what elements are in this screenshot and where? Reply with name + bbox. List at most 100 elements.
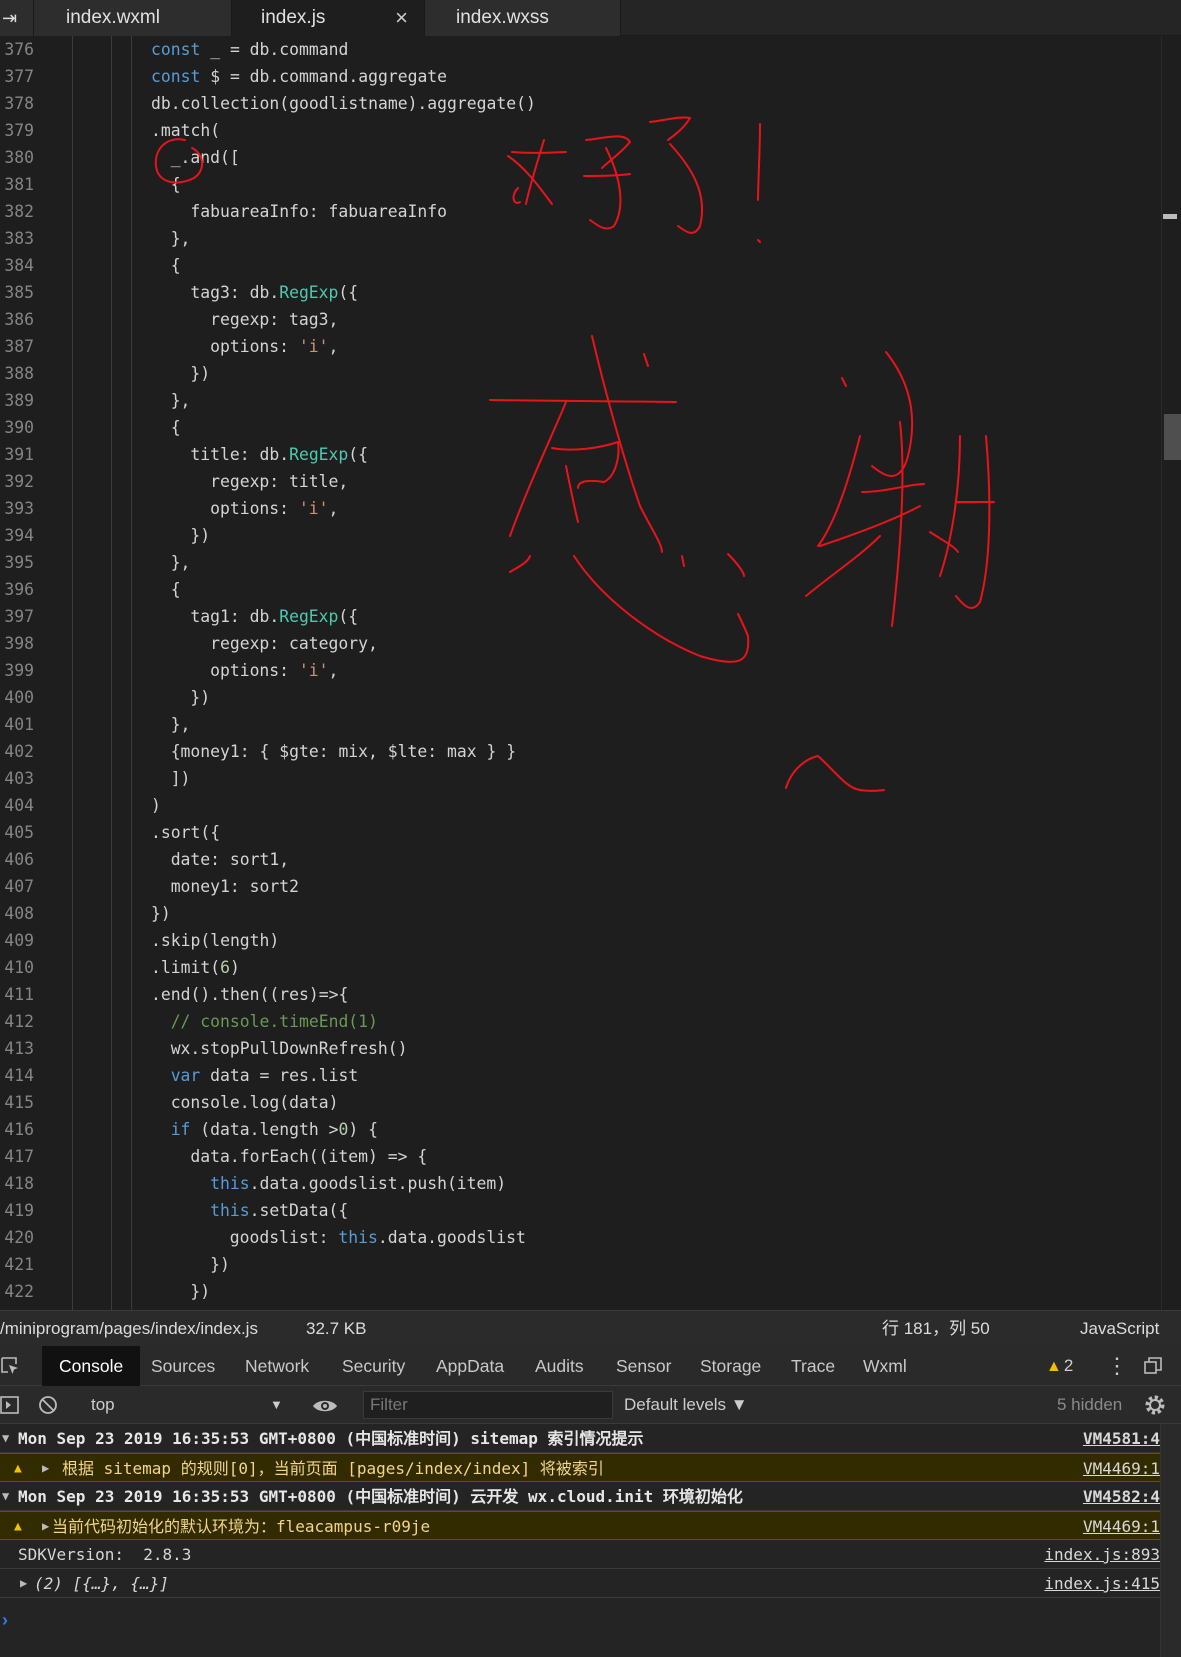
console-message-warn[interactable]: ▲ ▶ 根据 sitemap 的规则[0]，当前页面 [pages/index/in… bbox=[0, 1453, 1160, 1482]
expand-toggle-icon[interactable]: ▼ bbox=[2, 1424, 9, 1453]
console-message-log[interactable]: ▶ (2) [{…}, {…}] index.js:415 bbox=[0, 1569, 1160, 1598]
chevron-down-icon[interactable]: ▼ bbox=[270, 1386, 283, 1424]
inspect-element-icon[interactable] bbox=[0, 1356, 20, 1376]
code-token: }) bbox=[190, 364, 211, 383]
source-link[interactable]: VM4582:4 bbox=[1083, 1482, 1160, 1511]
console-message-text: Mon Sep 23 2019 16:35:53 GMT+0800 (中国标准时… bbox=[18, 1429, 644, 1448]
code-token: }, bbox=[170, 553, 191, 572]
code-token: regexp: title, bbox=[210, 472, 349, 491]
devtools-tab-storage[interactable]: Storage bbox=[683, 1346, 778, 1386]
cursor-position[interactable]: 行 181，列 50 bbox=[882, 1311, 990, 1347]
tab-scroll-icon[interactable]: ⇥ bbox=[0, 0, 34, 36]
line-number: 399 bbox=[4, 661, 34, 680]
code-line: 399 options: 'i', bbox=[0, 657, 1160, 684]
scrollbar-thumb[interactable] bbox=[1164, 414, 1181, 460]
source-link[interactable]: index.js:415 bbox=[1044, 1569, 1160, 1598]
code-text: regexp: tag3, bbox=[210, 306, 338, 333]
clear-console-icon[interactable] bbox=[38, 1395, 58, 1415]
code-token: this bbox=[338, 1228, 378, 1247]
expand-toggle-icon[interactable]: ▼ bbox=[2, 1482, 9, 1511]
code-line: 404) bbox=[0, 792, 1160, 819]
context-selector[interactable]: top bbox=[91, 1386, 115, 1424]
source-link[interactable]: VM4469:1 bbox=[1083, 1454, 1160, 1483]
code-line: 379 .match( bbox=[0, 117, 1160, 144]
code-token: // console.timeEnd(1) bbox=[170, 1012, 378, 1031]
line-number: 416 bbox=[4, 1120, 34, 1139]
code-editor[interactable]: 376 const _ = db.command 377 const $ = db.c… bbox=[0, 36, 1181, 1310]
devtools-tab-console[interactable]: Console bbox=[42, 1346, 141, 1386]
line-number: 391 bbox=[4, 445, 34, 464]
code-token: regexp: category, bbox=[210, 634, 378, 653]
code-line: 392 regexp: title, bbox=[0, 468, 1160, 495]
tab-label: index.wxss bbox=[456, 7, 549, 28]
console-output[interactable]: ▼ Mon Sep 23 2019 16:35:53 GMT+0800 (中国标准… bbox=[0, 1424, 1160, 1657]
log-levels-dropdown[interactable]: Default levels ▼ bbox=[624, 1386, 748, 1424]
tab-index-wxml[interactable]: index.wxml bbox=[34, 0, 232, 36]
more-options-icon[interactable]: ⋮ bbox=[1106, 1346, 1128, 1386]
code-text: options: 'i', bbox=[210, 495, 338, 522]
devtools-tab-wxml[interactable]: Wxml bbox=[846, 1346, 924, 1386]
line-number: 409 bbox=[4, 931, 34, 950]
tab-index-wxss[interactable]: index.wxss bbox=[425, 0, 621, 36]
console-scrollbar[interactable] bbox=[1160, 1424, 1181, 1657]
language-mode[interactable]: JavaScript bbox=[1080, 1311, 1159, 1347]
close-icon[interactable]: × bbox=[395, 0, 408, 36]
line-number: 407 bbox=[4, 877, 34, 896]
code-line: 396 { bbox=[0, 576, 1160, 603]
filter-input[interactable]: Filter bbox=[363, 1391, 613, 1419]
console-message-group[interactable]: ▼ Mon Sep 23 2019 16:35:53 GMT+0800 (中国标准… bbox=[0, 1424, 1160, 1453]
line-number: 410 bbox=[4, 958, 34, 977]
line-number: 400 bbox=[4, 688, 34, 707]
devtools-tab-security[interactable]: Security bbox=[325, 1346, 422, 1386]
code-text: wx.stopPullDownRefresh() bbox=[171, 1035, 408, 1062]
code-token: this bbox=[210, 1174, 250, 1193]
expand-toggle-icon[interactable]: ▶ bbox=[20, 1569, 27, 1598]
console-message-log[interactable]: SDKVersion: 2.8.3 index.js:893 bbox=[0, 1540, 1160, 1569]
devtools-tab-sources[interactable]: Sources bbox=[134, 1346, 232, 1386]
source-link[interactable]: index.js:893 bbox=[1044, 1540, 1160, 1569]
code-text: db.collection(goodlistname).aggregate() bbox=[151, 90, 536, 117]
console-prompt-icon[interactable]: › bbox=[2, 1610, 8, 1631]
undock-icon[interactable] bbox=[1144, 1357, 1162, 1375]
code-token: }) bbox=[190, 526, 211, 545]
source-link[interactable]: VM4469:1 bbox=[1083, 1512, 1160, 1541]
console-message-warn[interactable]: ▲ ▶ 当前代码初始化的默认环境为：fleacampus-r09je VM4469:1 bbox=[0, 1511, 1160, 1540]
line-number: 377 bbox=[4, 67, 34, 86]
code-token: tag3: db. bbox=[190, 283, 280, 302]
devtools-tab-network[interactable]: Network bbox=[228, 1346, 326, 1386]
line-number: 396 bbox=[4, 580, 34, 599]
expand-toggle-icon[interactable]: ▶ bbox=[42, 1512, 49, 1541]
line-number: 403 bbox=[4, 769, 34, 788]
code-token: money1: sort2 bbox=[170, 877, 299, 896]
editor-status-bar: /miniprogram/pages/index/index.js 32.7 K… bbox=[0, 1310, 1181, 1346]
code-text: this.setData({ bbox=[210, 1197, 348, 1224]
source-link[interactable]: VM4581:4 bbox=[1083, 1424, 1160, 1453]
code-text: const _ = db.command bbox=[151, 36, 348, 63]
devtools-tab-sensor[interactable]: Sensor bbox=[599, 1346, 688, 1386]
editor-scrollbar[interactable] bbox=[1161, 36, 1181, 1310]
eye-icon[interactable] bbox=[312, 1398, 338, 1414]
devtools-tab-bar: Console Sources Network Security AppData Audi… bbox=[0, 1346, 1181, 1386]
code-line: 380 _.and([ bbox=[0, 144, 1160, 171]
line-number: 408 bbox=[4, 904, 34, 923]
code-text: }) bbox=[190, 1278, 210, 1305]
code-token: 'i' bbox=[298, 337, 329, 356]
console-message-text: 当前代码初始化的默认环境为：fleacampus-r09je bbox=[52, 1517, 431, 1536]
sidebar-toggle-icon[interactable] bbox=[0, 1396, 20, 1414]
devtools-tab-appdata[interactable]: AppData bbox=[419, 1346, 521, 1386]
devtools-tab-audits[interactable]: Audits bbox=[518, 1346, 601, 1386]
code-text: _.and([ bbox=[171, 144, 240, 171]
gear-icon[interactable] bbox=[1144, 1394, 1166, 1416]
line-number: 402 bbox=[4, 742, 34, 761]
code-token: }) bbox=[210, 1255, 230, 1274]
warning-counter[interactable]: ▲ 2 bbox=[1046, 1346, 1073, 1386]
devtools-tab-trace[interactable]: Trace bbox=[774, 1346, 852, 1386]
code-text: }, bbox=[171, 387, 191, 414]
code-text: ) bbox=[151, 792, 161, 819]
expand-toggle-icon[interactable]: ▶ bbox=[42, 1454, 49, 1483]
tab-index-js[interactable]: index.js × bbox=[232, 0, 425, 36]
console-message-group[interactable]: ▼ Mon Sep 23 2019 16:35:53 GMT+0800 (中国标准… bbox=[0, 1482, 1160, 1511]
code-text: if (data.length >0) { bbox=[171, 1116, 378, 1143]
code-token: fabuareaInfo: fabuareaInfo bbox=[190, 202, 447, 221]
line-number: 413 bbox=[4, 1039, 34, 1058]
